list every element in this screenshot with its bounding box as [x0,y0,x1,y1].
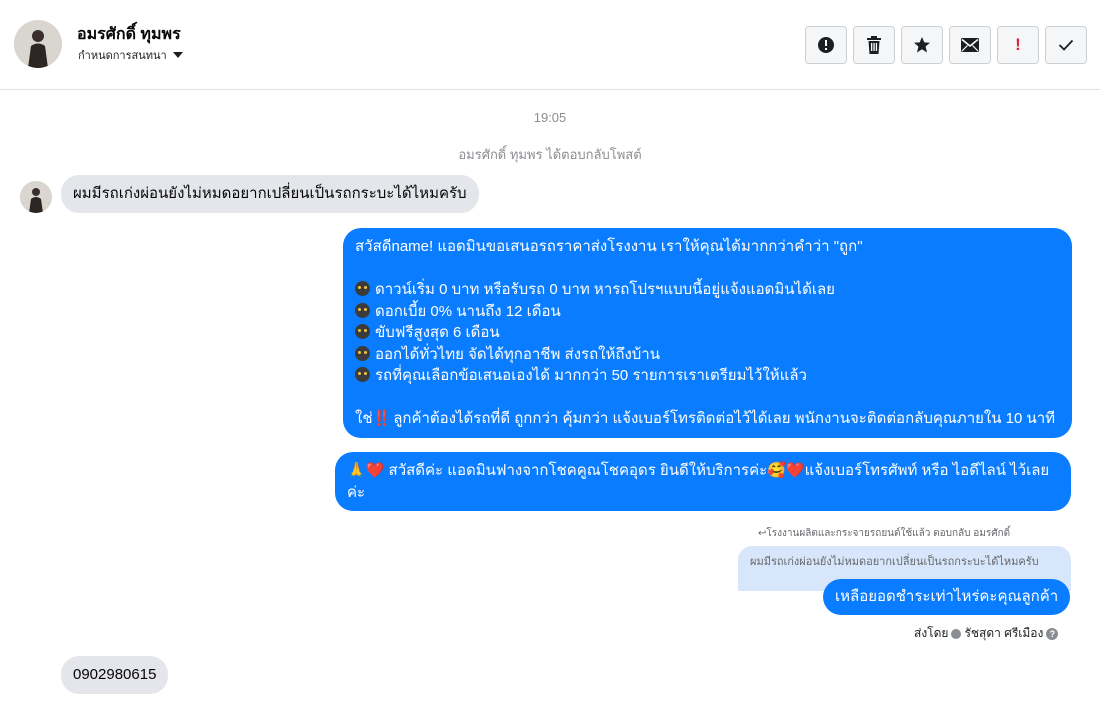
incoming-message-phone[interactable]: 0902980615 [61,656,169,694]
exclamation-icon: ! [1015,35,1021,54]
delete-button[interactable] [853,26,895,64]
conversation-schedule-dropdown[interactable]: กำหนดการสนทนา [78,46,183,64]
promo-bullet: ดาวน์เริ่ม 0 บาท หรือรับรถ 0 บาท หารถโปร… [355,279,1060,301]
contact-avatar-small[interactable] [20,181,52,213]
sent-by-info: ส่งโดย รัชสุดา ศรีเมือง ? [914,624,1059,643]
promo-bullet: ขับฟรีสูงสุด 6 เดือน [355,322,1060,344]
check-icon [1058,39,1074,51]
mark-unread-button[interactable] [949,26,991,64]
alert-icon [818,37,834,53]
sent-by-agent[interactable]: รัชสุดา ศรีเมือง [964,624,1043,643]
header-toolbar: ! [805,26,1087,64]
message-timestamp: 19:05 [533,110,567,125]
heart-emoji-icon: ❤️ [785,462,805,479]
smiley-emoji-icon [355,345,370,361]
promo-bullet: ออกได้ทั่วไทย จัดได้ทุกอาชีพ ส่งรถให้ถึง… [355,344,1060,366]
contact-name: อมรศักดิ์ ทุมพร [77,26,181,43]
outgoing-message-welcome[interactable]: 🙏❤️ สวัสดีค่ะ แอดมินฟางจากโชคคูณโชคอุดร … [335,452,1071,511]
conversation-header: อมรศักดิ์ ทุมพร กำหนดการสนทนา ! [0,0,1100,90]
smiley-emoji-icon [355,367,370,382]
smiling-face-emoji-icon: 🥰 [767,462,786,479]
promo-bullet: รถที่คุณเลือกข้อเสนอเองได้ มากกว่า 50 รา… [355,365,1060,387]
promo-closing: ใช่‼️ ลูกค้าต้องได้รถที่ดี ถูกกว่า คุ้มกว… [355,410,1056,427]
agent-avatar-icon [951,628,962,639]
star-button[interactable] [901,26,943,64]
promo-greeting: สวัสดีname! แอดมินขอเสนอรถราคาส่งโรงงาน … [355,238,863,255]
smiley-emoji-icon [355,302,370,318]
envelope-icon [961,38,979,52]
double-exclamation-icon: ‼️ [372,410,392,427]
avatar-photo [20,181,52,213]
heart-emoji-icon: ❤️ [365,462,385,479]
sent-by-label: ส่งโดย [914,626,949,640]
trash-icon [867,36,881,54]
help-icon[interactable]: ? [1046,627,1059,640]
reply-context-label: ↩โรงงานผลิตและกระจายรถยนต์ใช้แล้ว ตอบกลั… [758,528,1011,539]
message-thread[interactable]: 19:05 อมรศักดิ์ ทุมพร ได้ตอบกลับโพสต์ ผม… [0,90,1100,709]
promo-bullet: ดอกเบี้ย 0% นานถึง 12 เดือน [355,301,1060,323]
post-reply-note: อมรศักดิ์ ทุมพร ได้ตอบกลับโพสต์ [458,147,642,162]
smiley-emoji-icon [355,324,370,339]
incoming-message[interactable]: ผมมีรถเก่งผ่อนยังไม่หมดอยากเปลี่ยนเป็นรถ… [61,175,479,213]
follow-up-button[interactable]: ! [997,26,1039,64]
caret-down-icon [172,52,183,58]
pray-emoji-icon: 🙏 [347,462,366,479]
outgoing-message-reply[interactable]: เหลือยอดชำระเท่าไหร่คะคุณลูกค้า [823,579,1071,615]
mark-done-button[interactable] [1045,26,1087,64]
star-icon [914,37,930,53]
smiley-emoji-icon [355,281,370,296]
outgoing-message-promo[interactable]: สวัสดีname! แอดมินขอเสนอรถราคาส่งโรงงาน … [343,228,1072,438]
contact-avatar[interactable] [14,20,62,68]
avatar-photo [14,20,62,68]
schedule-label: กำหนดการสนทนา [78,50,167,62]
mark-spam-button[interactable] [805,26,847,64]
